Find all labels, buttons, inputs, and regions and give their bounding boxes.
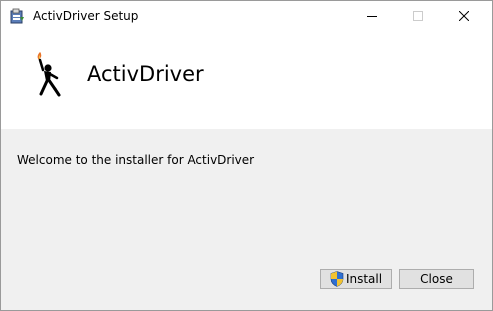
installer-package-icon	[10, 8, 24, 24]
uac-shield-icon	[330, 271, 344, 287]
close-window-button[interactable]	[441, 1, 487, 31]
close-button-label: Close	[420, 272, 453, 286]
welcome-text: Welcome to the installer for ActivDriver	[17, 153, 255, 167]
title-bar[interactable]: ActivDriver Setup	[1, 1, 492, 31]
install-button[interactable]: Install	[320, 269, 392, 289]
close-icon	[459, 11, 469, 21]
minimize-icon	[367, 16, 377, 17]
maximize-icon	[413, 11, 423, 21]
install-button-label: Install	[345, 272, 383, 286]
close-button[interactable]: Close	[399, 269, 474, 289]
dialog-content: ActivDriver Welcome to the installer for…	[1, 31, 492, 310]
setup-window: ActivDriver Setup ActivDriver Welcome to…	[0, 0, 493, 311]
maximize-button[interactable]	[395, 1, 441, 31]
minimize-button[interactable]	[349, 1, 395, 31]
torch-figure-logo	[37, 52, 61, 97]
product-name: ActivDriver	[87, 62, 204, 86]
window-title: ActivDriver Setup	[33, 9, 139, 23]
header-banner: ActivDriver	[1, 31, 492, 129]
